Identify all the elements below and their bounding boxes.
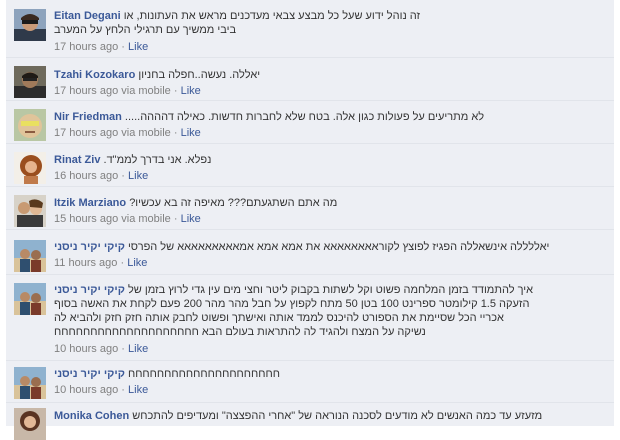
comment-text: נפלא. אני בדרך לממ"ד. bbox=[103, 154, 212, 166]
comment-meta: 16 hours ago · Like bbox=[54, 169, 148, 183]
like-link[interactable]: Like bbox=[181, 127, 201, 139]
face-closeup-avatar[interactable] bbox=[14, 109, 46, 141]
comment-thread: Eitan Degani זה נוהל ידוע שעל כל מבצע צב… bbox=[6, 0, 614, 440]
meta-separator: · bbox=[121, 384, 125, 396]
comment-author[interactable]: Tzahi Kozokaro bbox=[54, 69, 135, 81]
comment-content: Eitan Degani זה נוהל ידוע שעל כל מבצע צב… bbox=[54, 0, 598, 53]
like-link[interactable]: Like bbox=[181, 85, 201, 97]
comment-text: יאללה. נעשה..חפלה בחניון bbox=[138, 69, 261, 81]
like-link[interactable]: Like bbox=[181, 213, 201, 225]
comment: קיקי יקיר ניסני יאללללה אינשאללה הפגיז ל… bbox=[6, 230, 614, 275]
comment-line: נשיקה על המצח ולהגיד לה להתראות בעולם הב… bbox=[54, 325, 598, 339]
comment-timestamp: 17 hours ago via mobile bbox=[54, 127, 171, 139]
comment-content: Monika Cohen מזעזע עד כמה האנשים לא מודע… bbox=[54, 403, 598, 423]
comment: Tzahi Kozokaro יאללה. נעשה..חפלה בחניון … bbox=[6, 58, 614, 101]
man-dark-avatar[interactable] bbox=[14, 66, 46, 98]
comment-meta: 17 hours ago via mobile · Like bbox=[54, 126, 201, 140]
beach-photo-avatar[interactable] bbox=[14, 367, 46, 399]
comment-text: נשיקה על המצח ולהגיד לה להתראות בעולם הב… bbox=[54, 326, 426, 338]
woman-avatar[interactable] bbox=[14, 408, 46, 440]
comment-line: קיקי יקיר ניסני חחחחחחחחחחחחחחחחחחחחח bbox=[54, 367, 598, 381]
comment-line: Itzik Marziano מה אתם השתגעתם??? מאיפה ז… bbox=[54, 196, 598, 210]
like-link[interactable]: Like bbox=[128, 384, 148, 396]
like-link[interactable]: Like bbox=[128, 41, 148, 53]
comment-timestamp: 17 hours ago bbox=[54, 41, 119, 53]
comment-content: קיקי יקיר ניסני איך להתמודד בזמן המלחמה … bbox=[54, 275, 598, 355]
beach-photo-avatar[interactable] bbox=[14, 240, 46, 272]
comment-line: ביבי ממשיך עם תרגילי הלחץ על המערב bbox=[54, 23, 598, 37]
comment-author[interactable]: קיקי יקיר ניסני bbox=[54, 368, 125, 380]
couple-photo-avatar[interactable] bbox=[14, 195, 46, 227]
comment-text: הזעקה 1.5 קילומטר ספרינט 100 בטן 50 מתח … bbox=[54, 298, 530, 310]
comment-line: Eitan Degani זה נוהל ידוע שעל כל מבצע צב… bbox=[54, 9, 598, 23]
comment-meta: 10 hours ago · Like bbox=[54, 383, 148, 397]
meta-separator: · bbox=[121, 170, 125, 182]
comment-author[interactable]: Monika Cohen bbox=[54, 410, 129, 422]
comment-content: Rinat Ziv נפלא. אני בדרך לממ"ד. 16 hours… bbox=[54, 144, 598, 182]
comment-content: קיקי יקיר ניסני יאללללה אינשאללה הפגיז ל… bbox=[54, 230, 598, 269]
comment-author[interactable]: Eitan Degani bbox=[54, 10, 121, 22]
comment-line: הזעקה 1.5 קילומטר ספרינט 100 בטן 50 מתח … bbox=[54, 297, 598, 311]
comment-text: מה אתם השתגעתם??? מאיפה זה בא עכשיו? bbox=[129, 197, 338, 209]
like-link[interactable]: Like bbox=[128, 170, 148, 182]
comment-line: Nir Friedman לא מתריעים על פעולות כגון א… bbox=[54, 110, 598, 124]
comment-author[interactable]: קיקי יקיר ניסני bbox=[54, 241, 125, 253]
comment-text: יאללללה אינשאללה הפגיז לפוצץ לקוראאאאאאא… bbox=[127, 241, 550, 253]
comment-author[interactable]: קיקי יקיר ניסני bbox=[54, 284, 125, 296]
comment-content: Tzahi Kozokaro יאללה. נעשה..חפלה בחניון … bbox=[54, 58, 598, 97]
comment: Eitan Degani זה נוהל ידוע שעל כל מבצע צב… bbox=[6, 0, 614, 58]
comment-timestamp: 15 hours ago via mobile bbox=[54, 213, 171, 225]
comment-author[interactable]: Nir Friedman bbox=[54, 111, 122, 123]
beach-photo-avatar[interactable] bbox=[14, 283, 46, 315]
comment-line: Tzahi Kozokaro יאללה. נעשה..חפלה בחניון bbox=[54, 68, 598, 82]
comment-text: איך להתמודד בזמן המלחמה פשוט וקל לשתות ב… bbox=[127, 284, 534, 296]
meta-separator: · bbox=[121, 41, 125, 53]
comment-meta: 11 hours ago · Like bbox=[54, 256, 147, 270]
comment: Monika Cohen מזעזע עד כמה האנשים לא מודע… bbox=[6, 403, 614, 440]
meta-separator: · bbox=[120, 257, 125, 269]
comment-meta: 15 hours ago via mobile · Like bbox=[54, 212, 201, 226]
comment-timestamp: 16 hours ago bbox=[54, 170, 119, 182]
comment-timestamp: 17 hours ago via mobile bbox=[54, 85, 171, 97]
woman-curly-hair-avatar[interactable] bbox=[14, 152, 46, 184]
comment-text: ביבי ממשיך עם תרגילי הלחץ על המערב bbox=[54, 24, 237, 36]
comment-timestamp: 10 hours ago bbox=[54, 343, 119, 355]
like-link[interactable]: Like bbox=[128, 343, 148, 355]
comment-meta: 17 hours ago via mobile · Like bbox=[54, 84, 201, 98]
comment-text: מזעזע עד כמה האנשים לא מודעים לסכנה הנור… bbox=[132, 410, 543, 422]
comment: Itzik Marziano מה אתם השתגעתם??? מאיפה ז… bbox=[6, 187, 614, 230]
comment-meta: 17 hours ago · Like bbox=[54, 40, 148, 54]
comment-author[interactable]: Rinat Ziv bbox=[54, 154, 100, 166]
comment-timestamp: 10 hours ago bbox=[54, 384, 119, 396]
comment-line: קיקי יקיר ניסני איך להתמודד בזמן המלחמה … bbox=[54, 283, 598, 297]
like-link[interactable]: Like bbox=[127, 257, 147, 269]
comment-text: אכריי הכל שסיימת את הספורט להיכנס לממד א… bbox=[54, 312, 504, 324]
comment-text: חחחחחחחחחחחחחחחחחחחחח bbox=[127, 368, 280, 380]
comment-line: Rinat Ziv נפלא. אני בדרך לממ"ד. bbox=[54, 153, 598, 167]
comment-line: קיקי יקיר ניסני יאללללה אינשאללה הפגיז ל… bbox=[54, 240, 598, 254]
comment-content: קיקי יקיר ניסני חחחחחחחחחחחחחחחחחחחחח 10… bbox=[54, 361, 598, 396]
man-sunglasses-avatar[interactable] bbox=[14, 9, 46, 41]
comment-content: Itzik Marziano מה אתם השתגעתם??? מאיפה ז… bbox=[54, 187, 598, 225]
meta-separator: · bbox=[173, 85, 178, 97]
comment: קיקי יקיר ניסני איך להתמודד בזמן המלחמה … bbox=[6, 275, 614, 361]
comment-line: אכריי הכל שסיימת את הספורט להיכנס לממד א… bbox=[54, 311, 598, 325]
meta-separator: · bbox=[173, 127, 178, 139]
comment-line: Monika Cohen מזעזע עד כמה האנשים לא מודע… bbox=[54, 409, 598, 423]
comment: Rinat Ziv נפלא. אני בדרך לממ"ד. 16 hours… bbox=[6, 144, 614, 187]
comment-author[interactable]: Itzik Marziano bbox=[54, 197, 126, 209]
meta-separator: · bbox=[173, 213, 178, 225]
comment: Nir Friedman לא מתריעים על פעולות כגון א… bbox=[6, 101, 614, 144]
meta-separator: · bbox=[121, 343, 125, 355]
comment-meta: 10 hours ago · Like bbox=[54, 342, 148, 356]
comment-text: לא מתריעים על פעולות כגון אלה. בטח שלא ל… bbox=[124, 111, 485, 123]
comment-content: Nir Friedman לא מתריעים על פעולות כגון א… bbox=[54, 101, 598, 139]
comment-timestamp: 11 hours ago bbox=[54, 257, 118, 269]
comment-text: זה נוהל ידוע שעל כל מבצע צבאי מעדכנים מר… bbox=[123, 10, 421, 22]
comment: קיקי יקיר ניסני חחחחחחחחחחחחחחחחחחחחח 10… bbox=[6, 361, 614, 403]
